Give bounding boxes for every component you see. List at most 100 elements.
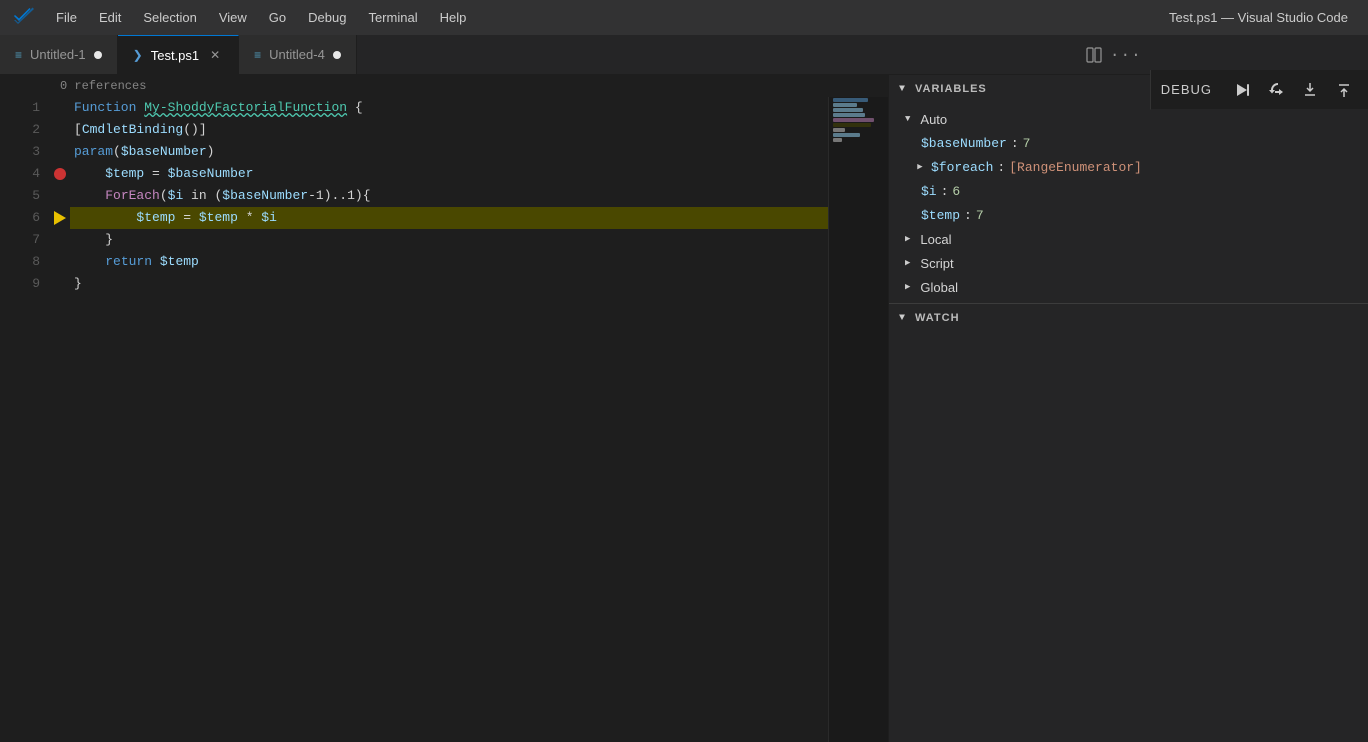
debug-step-over-button[interactable] (1262, 76, 1290, 104)
tab-icon-testps1: ❯ (133, 48, 143, 62)
debug-step-into-button[interactable] (1296, 76, 1324, 104)
tab-untitled1[interactable]: ≡ Untitled-1 (0, 35, 118, 74)
debug-step-out-button[interactable] (1330, 76, 1358, 104)
watch-section: ▼ WATCH (889, 304, 1368, 742)
gutter-current-6 (50, 207, 70, 229)
watch-chevron-icon: ▼ (899, 313, 905, 324)
tab-bar: ≡ Untitled-1 ❯ Test.ps1 ✕ ≡ Untitled-4 ·… (0, 35, 1150, 75)
debug-continue-button[interactable] (1228, 76, 1256, 104)
menu-view[interactable]: View (209, 6, 257, 29)
var-i-name: $i (921, 184, 937, 199)
var-temp-colon: : (964, 208, 972, 223)
auto-section-label: Auto (920, 112, 947, 127)
line-num-3: 3 (0, 141, 40, 163)
gutter-7 (50, 229, 70, 251)
code-line-4: $temp = $baseNumber (70, 163, 828, 185)
gutter-1 (50, 97, 70, 119)
var-basenumber-value: 7 (1023, 136, 1031, 151)
line-num-4: 4 (0, 163, 40, 185)
tab-modified-dot-untitled4 (333, 51, 341, 59)
tab-label-untitled1: Untitled-1 (30, 47, 86, 62)
gutter-5 (50, 185, 70, 207)
menu-help[interactable]: Help (430, 6, 477, 29)
code-line-6: $temp = $temp * $i (70, 207, 828, 229)
code-line-7: } (70, 229, 828, 251)
local-expand-icon: ▶ (905, 234, 910, 244)
script-expand-icon: ▶ (905, 258, 910, 268)
code-line-5: ForEach($i in ($baseNumber-1)..1){ (70, 185, 828, 207)
more-actions-button[interactable]: ··· (1112, 41, 1140, 69)
var-foreach-value: [RangeEnumerator] (1009, 160, 1142, 175)
tab-actions: ··· (1080, 35, 1150, 74)
split-editor-button[interactable] (1080, 41, 1108, 69)
script-section-header[interactable]: ▶ Script (889, 251, 1368, 275)
auto-section-header[interactable]: ▼ Auto (889, 107, 1368, 131)
tab-label-testps1: Test.ps1 (151, 48, 199, 63)
gutter-2 (50, 119, 70, 141)
line-num-5: 5 (0, 185, 40, 207)
watch-header[interactable]: ▼ WATCH (889, 304, 1368, 332)
menu-terminal[interactable]: Terminal (358, 6, 427, 29)
references-line: 0 references (0, 75, 888, 97)
var-basenumber-name: $baseNumber (921, 136, 1007, 151)
minimap (828, 97, 888, 742)
code-lines: Function My-ShoddyFactorialFunction { [C… (70, 97, 828, 742)
editor-area: 0 references 1 2 3 4 5 6 7 8 9 (0, 75, 888, 742)
watch-title: WATCH (915, 312, 960, 324)
var-i-colon: : (941, 184, 949, 199)
line-numbers: 1 2 3 4 5 6 7 8 9 (0, 97, 50, 742)
code-line-9: } (70, 273, 828, 295)
code-line-3: param($baseNumber) (70, 141, 828, 163)
local-section-header[interactable]: ▶ Local (889, 227, 1368, 251)
line-num-9: 9 (0, 273, 40, 295)
gutter-breakpoint-4[interactable] (50, 163, 70, 185)
titlebar: File Edit Selection View Go Debug Termin… (0, 0, 1368, 35)
debug-label: DEBUG (1161, 82, 1212, 97)
menu-edit[interactable]: Edit (89, 6, 131, 29)
right-panel: ▼ VARIABLES ▼ Auto $baseNumber : 7 ▶ (888, 75, 1368, 742)
code-line-1: Function My-ShoddyFactorialFunction { (70, 97, 828, 119)
debug-toolbar: DEBUG (1150, 70, 1368, 110)
tab-close-testps1[interactable]: ✕ (207, 47, 223, 63)
code-line-2: [CmdletBinding()] (70, 119, 828, 141)
var-i: $i : 6 (889, 179, 1368, 203)
code-editor[interactable]: 1 2 3 4 5 6 7 8 9 (0, 97, 888, 742)
menu-selection[interactable]: Selection (133, 6, 206, 29)
gutter-8 (50, 251, 70, 273)
vscode-icon (10, 4, 38, 32)
var-temp-value: 7 (976, 208, 984, 223)
tab-modified-dot-untitled1 (94, 51, 102, 59)
var-basenumber-colon: : (1011, 136, 1019, 151)
tab-testps1[interactable]: ❯ Test.ps1 ✕ (118, 35, 239, 74)
var-foreach-name: $foreach (931, 160, 993, 175)
menu-debug[interactable]: Debug (298, 6, 356, 29)
tab-untitled4[interactable]: ≡ Untitled-4 (239, 35, 357, 74)
global-expand-icon: ▶ (905, 282, 910, 292)
var-temp: $temp : 7 (889, 203, 1368, 227)
line-num-2: 2 (0, 119, 40, 141)
var-foreach: ▶ $foreach : [RangeEnumerator] (889, 155, 1368, 179)
gutter-9 (50, 273, 70, 295)
variables-content: ▼ Auto $baseNumber : 7 ▶ $foreach : [Ran… (889, 103, 1368, 303)
menu-file[interactable]: File (46, 6, 87, 29)
foreach-expand-icon[interactable]: ▶ (913, 160, 927, 174)
line-num-7: 7 (0, 229, 40, 251)
menu-go[interactable]: Go (259, 6, 296, 29)
window-title: Test.ps1 — Visual Studio Code (1169, 10, 1348, 25)
line-num-8: 8 (0, 251, 40, 273)
tab-label-untitled4: Untitled-4 (269, 47, 325, 62)
var-basenumber: $baseNumber : 7 (889, 131, 1368, 155)
code-line-8: return $temp (70, 251, 828, 273)
tab-icon-untitled4: ≡ (254, 48, 261, 62)
line-num-6: 6 (0, 207, 40, 229)
main-content: 0 references 1 2 3 4 5 6 7 8 9 (0, 75, 1368, 742)
global-section-label: Global (920, 280, 958, 295)
var-foreach-colon: : (997, 160, 1005, 175)
current-line-arrow (54, 211, 66, 225)
menu-bar: File Edit Selection View Go Debug Termin… (46, 6, 1358, 29)
global-section-header[interactable]: ▶ Global (889, 275, 1368, 299)
variables-title: VARIABLES (915, 83, 987, 95)
auto-expand-icon: ▼ (905, 114, 910, 124)
var-temp-name: $temp (921, 208, 960, 223)
variables-chevron-icon: ▼ (899, 84, 905, 95)
